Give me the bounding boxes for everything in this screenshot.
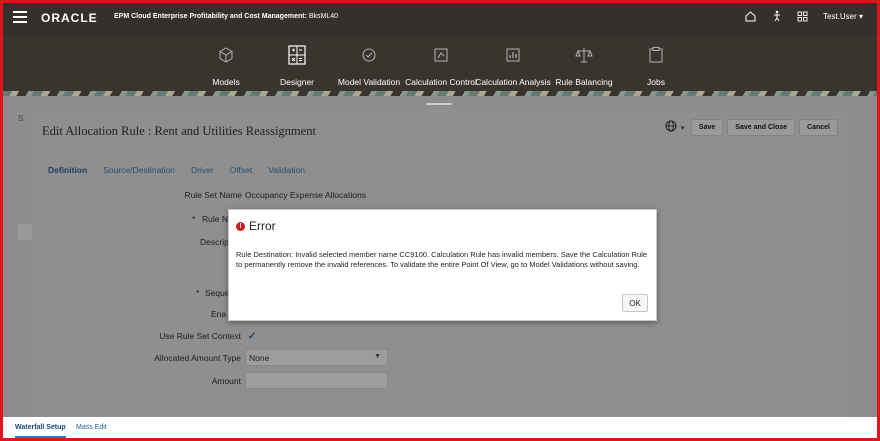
allocated-amount-type-select[interactable]: None ▼ [245, 349, 388, 366]
nav-item-designer[interactable]: Designer [257, 43, 337, 87]
use-rule-set-context-checkbox[interactable]: ✓ [248, 332, 258, 342]
oracle-logo: ORACLE [41, 11, 98, 25]
dropdown-arrow-icon: ▼ [374, 353, 381, 360]
dialog-message: Rule Destination: Invalid selected membe… [236, 250, 648, 270]
hamburger-menu-icon[interactable] [13, 11, 27, 23]
dialog-header: ! Error [236, 219, 276, 233]
error-dialog: ! Error Rule Destination: Invalid select… [228, 209, 657, 321]
error-icon: ! [236, 221, 245, 231]
nav-item-rule-balancing[interactable]: Rule Balancing [544, 43, 624, 87]
rule-set-name-label: Rule Set Name [184, 190, 242, 200]
nav-label-jobs: Jobs [647, 77, 665, 87]
tab-waterfall-setup[interactable]: Waterfall Setup [15, 424, 66, 438]
nav-item-model-validation[interactable]: Model Validation [329, 43, 409, 87]
required-marker: * [192, 214, 196, 224]
nav-item-models[interactable]: Models [186, 43, 266, 87]
tab-offset[interactable]: Offset [230, 165, 253, 175]
allocated-amount-type-value: None [249, 353, 270, 363]
app-title: EPM Cloud Enterprise Profitability and C… [114, 13, 338, 20]
tab-source-destination[interactable]: Source/Destination [103, 165, 175, 175]
cube-icon [186, 43, 266, 67]
nav-label-model-validation: Model Validation [337, 77, 401, 87]
header-actions: Test.User ▾ [745, 10, 863, 22]
allocated-amount-type-label: Allocated Amount Type [154, 353, 241, 363]
tab-definition[interactable]: Definition [48, 165, 87, 175]
left-strip-text: S [18, 114, 24, 123]
allocated-amount-type-row: Allocated Amount Type None ▼ [42, 349, 442, 367]
amount-row: Amount [42, 372, 442, 390]
analysis-icon [473, 43, 553, 67]
user-menu[interactable]: Test.User ▾ [823, 12, 863, 21]
panel-actions: ▾ Save Save and Close Cancel [665, 119, 838, 136]
cancel-button[interactable]: Cancel [799, 119, 838, 136]
save-and-close-button[interactable]: Save and Close [727, 119, 796, 136]
validation-icon [329, 43, 409, 67]
ok-button[interactable]: OK [622, 294, 648, 312]
amount-input[interactable] [245, 372, 388, 389]
clipboard-icon [616, 43, 696, 67]
enabled-label: Ena [211, 309, 227, 319]
amount-label: Amount [211, 376, 241, 386]
nav-label-designer: Designer [279, 77, 315, 87]
use-rule-set-context-label: Use Rule Set Context [159, 331, 241, 341]
tab-driver[interactable]: Driver [191, 165, 214, 175]
sequence-label: Seque [205, 288, 230, 298]
dialog-title: Error [249, 219, 276, 233]
tab-validation[interactable]: Validation [268, 165, 305, 175]
balance-icon [544, 43, 624, 67]
nav-item-calculation-analysis[interactable]: Calculation Analysis [473, 43, 553, 87]
bottom-tabs: Waterfall Setup Mass Edit [3, 417, 877, 438]
top-header: ORACLE EPM Cloud Enterprise Profitabilit… [3, 3, 877, 35]
collapse-handle[interactable] [426, 103, 452, 105]
globe-menu[interactable]: ▾ [665, 120, 687, 136]
nav-label-rule-balancing: Rule Balancing [555, 77, 613, 87]
app-title-text: EPM Cloud Enterprise Profitability and C… [114, 13, 307, 20]
globe-icon [665, 120, 677, 135]
control-icon [401, 43, 481, 67]
nav-label-calculation-analysis: Calculation Analysis [475, 77, 551, 87]
nav-cards: Models Designer Model Validation Calcula… [3, 35, 877, 96]
use-rule-set-context-row: Use Rule Set Context ✓ [42, 331, 442, 345]
app-frame: ORACLE EPM Cloud Enterprise Profitabilit… [0, 0, 880, 441]
save-button[interactable]: Save [690, 119, 724, 136]
nav-label-models: Models [212, 77, 240, 87]
rule-set-name-row: Rule Set Name Occupancy Expense Allocati… [42, 190, 642, 204]
navigator-grid-icon[interactable] [797, 10, 809, 22]
rule-set-name-value: Occupancy Expense Allocations [245, 190, 366, 200]
description-label: Descrip [200, 237, 229, 247]
tab-mass-edit[interactable]: Mass Edit [76, 424, 107, 431]
nav-item-calculation-control[interactable]: Calculation Control [401, 43, 481, 87]
chevron-down-icon: ▾ [680, 124, 685, 132]
nav-label-calculation-control: Calculation Control [405, 77, 477, 87]
nav-item-jobs[interactable]: Jobs [616, 43, 696, 87]
calculator-icon [257, 43, 337, 67]
page-title: Edit Allocation Rule : Rent and Utilitie… [42, 124, 316, 138]
instance-name: BksML40 [308, 13, 339, 20]
accessibility-icon[interactable] [771, 10, 783, 22]
home-icon[interactable] [745, 10, 757, 22]
rule-tabs: Definition Source/Destination Driver Off… [48, 165, 305, 175]
required-marker: * [196, 288, 200, 298]
